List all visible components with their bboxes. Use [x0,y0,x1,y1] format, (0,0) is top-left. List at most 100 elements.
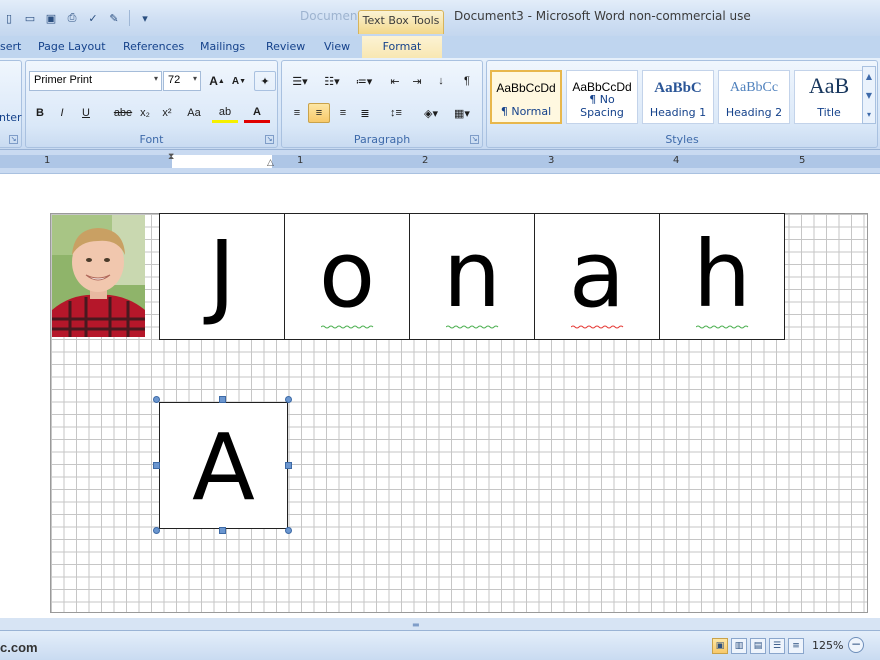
customize-icon[interactable]: ▾ [136,9,154,27]
style-name: Heading 2 [725,106,783,119]
spelling-icon[interactable]: ✓ [84,9,102,27]
right-indent-marker[interactable]: △ [267,158,274,168]
tab-references[interactable]: References [123,40,184,53]
letter-box[interactable]: a [534,213,660,340]
ruler-number: 4 [673,155,680,166]
title-bar: ▯ ▭ ▣ ⎙ ✓ ✎ ▾ Document3 Text Box Tools D… [0,0,880,36]
first-line-indent-marker[interactable]: ⧗ [168,152,174,162]
align-center-icon[interactable]: ≡ [308,103,330,123]
change-case-button[interactable]: Aa [180,103,208,123]
print-layout-view-icon[interactable]: ▣ [712,638,728,654]
open-icon[interactable]: ▭ [21,9,39,27]
align-left-icon[interactable]: ≡ [286,103,308,123]
style-title[interactable]: AaB Title [794,70,864,124]
quick-access-toolbar: ▯ ▭ ▣ ⎙ ✓ ✎ ▾ [0,9,154,27]
style-sample: AaBbCcDd [572,80,632,94]
grammar-squiggle [321,325,374,329]
multilevel-list-icon[interactable]: ≔▾ [350,71,378,91]
decrease-indent-icon[interactable]: ⇤ [384,71,406,91]
chevron-down-icon[interactable]: ▼ [866,91,872,100]
chevron-down-icon: ▾ [153,74,158,83]
font-name-combo[interactable]: Primer Print ▾ [29,71,162,91]
web-layout-icon[interactable]: ▤ [750,638,766,654]
letter-box[interactable]: n [409,213,535,340]
document-title: Document3 - Microsoft Word non-commercia… [454,9,751,23]
superscript-button[interactable]: x² [156,103,178,123]
show-marks-button[interactable]: ¶ [456,71,478,91]
edit-icon[interactable]: ✎ [105,9,123,27]
selected-text-box[interactable]: A [159,402,288,529]
resize-handle[interactable] [153,527,160,534]
save-icon[interactable]: ▣ [42,9,60,27]
bullets-icon[interactable]: ☰▾ [286,71,314,91]
align-right-icon[interactable]: ≡ [332,103,354,123]
numbering-icon[interactable]: ☷▾ [318,71,346,91]
tab-review[interactable]: Review [266,40,305,53]
zoom-level[interactable]: 125% [812,639,843,652]
child-photo[interactable] [52,215,145,337]
grip-icon[interactable]: ▬ [412,620,420,629]
ruler-number: 1 [44,155,51,166]
style-heading-1[interactable]: AaBbC Heading 1 [642,70,714,124]
horizontal-splitter[interactable]: ▬ [0,618,880,630]
letter-box[interactable]: J [159,213,285,340]
outline-view-icon[interactable]: ☰ [769,638,785,654]
font-color-button[interactable]: A [244,103,270,123]
text-box-tools-label: Text Box Tools [358,10,444,34]
grammar-squiggle [446,325,499,329]
resize-handle[interactable] [153,462,160,469]
highlight-button[interactable]: ab [212,103,238,123]
print-preview-icon[interactable]: ⎙ [63,9,81,27]
style-heading-2[interactable]: AaBbCc Heading 2 [718,70,790,124]
style-sample: AaBbCcDd [496,81,556,95]
style-normal[interactable]: AaBbCcDd ¶ Normal [490,70,562,124]
paragraph-launcher-icon[interactable]: ↘ [470,135,479,144]
justify-icon[interactable]: ≣ [354,103,376,123]
font-size-combo[interactable]: 72 ▾ [163,71,201,91]
letter-box[interactable]: o [284,213,410,340]
strikethrough-button[interactable]: abe [110,103,136,123]
resize-handle[interactable] [219,527,226,534]
tab-view[interactable]: View [324,40,350,53]
clipboard-partial-label: nter [0,111,22,124]
subscript-button[interactable]: x₂ [134,103,156,123]
style-no-spacing[interactable]: AaBbCcDd ¶ No Spacing [566,70,638,124]
draft-view-icon[interactable]: ≡ [788,638,804,654]
styles-scroll[interactable]: ▲ ▼ ▾ [862,66,876,124]
underline-button[interactable]: U [75,103,97,123]
resize-handle[interactable] [219,396,226,403]
chevron-down-icon: ▾ [192,74,197,83]
sort-button[interactable]: ↓ [430,71,452,91]
tab-mailings[interactable]: Mailings [200,40,245,53]
bold-button[interactable]: B [29,103,51,123]
new-icon[interactable]: ▯ [0,9,18,27]
tab-page-layout[interactable]: Page Layout [38,40,106,53]
tab-format[interactable]: Format [362,36,442,58]
borders-icon[interactable]: ▦▾ [448,103,476,123]
paragraph-group-label: Paragraph [353,133,411,146]
ruler-number: 5 [799,155,806,166]
tab-insert[interactable]: sert [0,40,21,53]
resize-handle[interactable] [285,396,292,403]
more-styles-icon[interactable]: ▾ [867,110,871,119]
full-screen-reading-icon[interactable]: ▥ [731,638,747,654]
clipboard-launcher-icon[interactable]: ↘ [9,135,18,144]
line-spacing-icon[interactable]: ↕≡ [382,103,410,123]
style-name: ¶ No Spacing [580,93,624,119]
style-name: Heading 1 [649,106,707,119]
increase-indent-icon[interactable]: ⇥ [406,71,428,91]
clear-formatting-icon[interactable]: ✦ [254,71,276,91]
resize-handle[interactable] [285,527,292,534]
shrink-font-button[interactable]: A ▼ [228,71,250,91]
zoom-out-button[interactable]: − [848,637,864,653]
letter-box[interactable]: h [659,213,785,340]
resize-handle[interactable] [285,462,292,469]
chevron-up-icon[interactable]: ▲ [866,72,872,81]
shading-icon[interactable]: ◈▾ [416,103,446,123]
qat-separator [129,10,130,26]
italic-button[interactable]: I [51,103,73,123]
font-launcher-icon[interactable]: ↘ [265,135,274,144]
grow-font-button[interactable]: A ▲ [206,71,228,91]
resize-handle[interactable] [153,396,160,403]
horizontal-ruler[interactable]: ⧗ △ 1 1 2 3 4 5 [0,150,880,174]
